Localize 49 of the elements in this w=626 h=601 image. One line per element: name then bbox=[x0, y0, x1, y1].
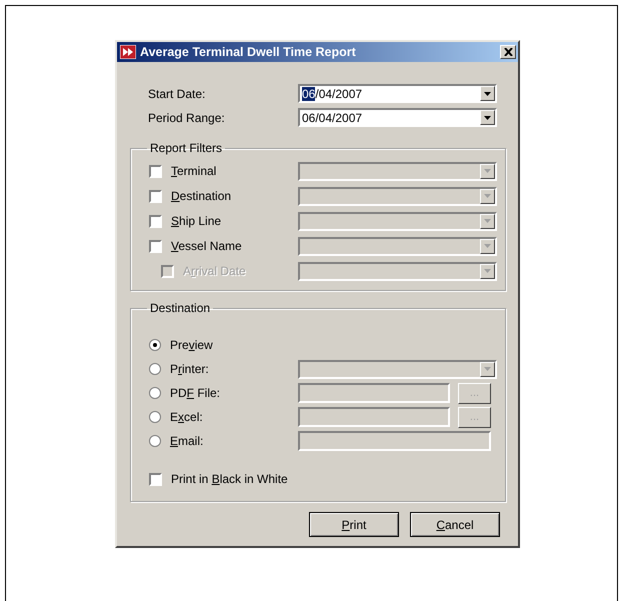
field-label: Period Range: bbox=[148, 110, 226, 124]
date-dropdown[interactable]: 06/04/2007 bbox=[298, 108, 497, 127]
radio-button[interactable] bbox=[149, 387, 161, 399]
dropdown-arrow-icon bbox=[484, 269, 491, 273]
radio-button[interactable] bbox=[149, 435, 161, 447]
dropdown-arrow-icon bbox=[484, 194, 491, 198]
radio-button[interactable] bbox=[149, 339, 161, 351]
checkbox[interactable] bbox=[149, 214, 162, 228]
group-title: Report Filters bbox=[149, 141, 224, 155]
radio-label: PDF File: bbox=[170, 386, 220, 400]
radio-label: Preview bbox=[170, 338, 213, 352]
radio-label: Printer: bbox=[170, 362, 209, 376]
print-button[interactable]: Print bbox=[309, 512, 399, 537]
file-path-field[interactable] bbox=[298, 383, 450, 403]
dropdown-arrow-icon bbox=[484, 244, 491, 248]
filter-dropdown[interactable] bbox=[298, 236, 497, 256]
window-title: Average Terminal Dwell Time Report bbox=[140, 45, 357, 59]
checkbox[interactable] bbox=[149, 164, 162, 178]
checkbox[interactable] bbox=[149, 240, 162, 252]
checkbox[interactable] bbox=[149, 190, 162, 202]
dropdown-arrow-icon bbox=[484, 92, 491, 96]
field-label: Start Date: bbox=[148, 86, 206, 100]
date-dropdown[interactable]: 06/04/2007 bbox=[298, 84, 497, 103]
checkbox-label: Terminal bbox=[171, 164, 216, 178]
checkbox-label: Destination bbox=[171, 189, 232, 203]
checkbox-label: Print in Black in White bbox=[171, 472, 288, 486]
dropdown-arrow-icon bbox=[484, 367, 491, 371]
checkbox[interactable] bbox=[149, 472, 162, 486]
filter-dropdown[interactable] bbox=[298, 162, 497, 180]
close-icon bbox=[504, 48, 512, 56]
file-path-field[interactable] bbox=[298, 407, 450, 427]
checkbox-label: Vessel Name bbox=[171, 239, 242, 253]
filter-dropdown[interactable] bbox=[298, 262, 497, 280]
checkbox-label: Ship Line bbox=[171, 214, 222, 228]
dropdown-arrow-icon bbox=[484, 169, 491, 173]
dropdown-arrow-icon bbox=[484, 219, 491, 223]
printer-dropdown[interactable] bbox=[298, 360, 497, 378]
filter-dropdown[interactable] bbox=[298, 186, 497, 206]
radio-label: Excel: bbox=[170, 410, 203, 424]
app-icon bbox=[120, 45, 136, 59]
filter-dropdown[interactable] bbox=[298, 212, 497, 230]
group-title: Destination bbox=[149, 301, 212, 315]
close-button[interactable] bbox=[500, 45, 516, 59]
dropdown-arrow-icon bbox=[484, 116, 491, 120]
radio-label: Email: bbox=[170, 434, 204, 448]
email-field[interactable] bbox=[298, 431, 491, 451]
cancel-button[interactable]: Cancel bbox=[410, 512, 500, 537]
radio-button[interactable] bbox=[149, 411, 161, 423]
radio-button[interactable] bbox=[149, 363, 161, 375]
